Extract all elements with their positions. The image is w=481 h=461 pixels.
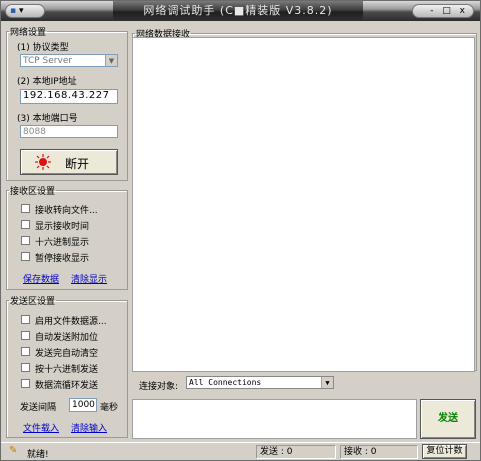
target-select[interactable]: All Connections ▼: [186, 376, 334, 389]
chevron-down-icon: ▼: [105, 55, 117, 66]
net-settings-legend: 网络设置: [10, 28, 47, 38]
clear-display-link[interactable]: 清除显示: [71, 272, 107, 285]
recv-settings-legend: 接收区设置: [10, 187, 56, 197]
protocol-label: (1) 协议类型: [17, 43, 69, 53]
send-option-label: 按十六进制发送: [35, 365, 99, 375]
send-settings-legend: 发送区设置: [10, 297, 56, 307]
send-option-label: 发送完自动清空: [35, 349, 99, 359]
hex-send-checkbox[interactable]: [21, 363, 30, 372]
recv-option-label: 显示接收时间: [35, 222, 90, 232]
reset-count-button[interactable]: 复位计数: [422, 444, 467, 459]
target-value: All Connections: [189, 378, 262, 387]
app-window: ▪ ▾ 网络调试助手 (C■精装版 V3.8.2) - □ x 网络设置 (1)…: [0, 0, 481, 461]
port-label: (3) 本地端口号: [17, 114, 78, 124]
clear-input-link[interactable]: 清除输入: [71, 421, 107, 434]
status-icon: ✎: [9, 445, 18, 456]
interval-field[interactable]: 1000: [69, 398, 97, 412]
window-title: 网络调试助手 (C■精装版 V3.8.2): [113, 1, 363, 21]
send-option-label: 自动发送附加位: [35, 333, 99, 343]
window-controls[interactable]: - □ x: [412, 4, 474, 18]
hex-display-checkbox[interactable]: [21, 236, 30, 245]
connect-button[interactable]: 断开: [20, 149, 118, 175]
send-option-label: 数据流循环发送: [35, 381, 99, 391]
ip-label: (2) 本地IP地址: [17, 77, 77, 87]
pause-recv-checkbox[interactable]: [21, 252, 30, 261]
show-recv-time-checkbox[interactable]: [21, 220, 30, 229]
protocol-value: TCP Server: [23, 56, 73, 66]
send-option-label: 启用文件数据源...: [35, 317, 107, 327]
connect-button-label: 断开: [65, 157, 90, 171]
recv-to-file-checkbox[interactable]: [21, 204, 30, 213]
interval-unit: 毫秒: [100, 403, 119, 413]
load-file-link[interactable]: 文件载入: [23, 421, 59, 434]
protocol-select[interactable]: TCP Server ▼: [20, 54, 118, 67]
chevron-down-icon: ▼: [321, 377, 333, 388]
recv-textarea[interactable]: [132, 37, 475, 372]
recv-option-label: 十六进制显示: [35, 238, 90, 248]
send-button[interactable]: 发送: [420, 399, 476, 439]
recv-option-label: 接收转向文件...: [35, 206, 98, 216]
sent-count: 发送 : 0: [256, 445, 336, 459]
append-bits-checkbox[interactable]: [21, 331, 30, 340]
port-field[interactable]: 8088: [20, 125, 118, 138]
status-bar: ✎ 就绪! 发送 : 0 接收 : 0 复位计数: [1, 442, 480, 460]
loop-send-checkbox[interactable]: [21, 379, 30, 388]
send-textarea[interactable]: [132, 399, 417, 439]
file-source-checkbox[interactable]: [21, 315, 30, 324]
app-icon: ▪: [10, 6, 17, 16]
interval-label: 发送间隔: [20, 403, 57, 413]
status-indicator-icon: [35, 154, 51, 170]
title-bar: ▪ ▾ 网络调试助手 (C■精装版 V3.8.2) - □ x: [1, 1, 480, 21]
save-data-link[interactable]: 保存数据: [23, 272, 59, 285]
auto-clear-checkbox[interactable]: [21, 347, 30, 356]
target-label: 连接对象:: [139, 382, 179, 392]
recv-option-label: 暂停接收显示: [35, 254, 90, 264]
recv-count: 接收 : 0: [340, 445, 418, 459]
sysmenu-arrow: ▾: [18, 6, 24, 16]
ip-field[interactable]: 192.168.43.227: [20, 89, 118, 104]
system-menu-button[interactable]: ▪ ▾: [5, 4, 45, 18]
status-text: 就绪!: [27, 450, 49, 460]
